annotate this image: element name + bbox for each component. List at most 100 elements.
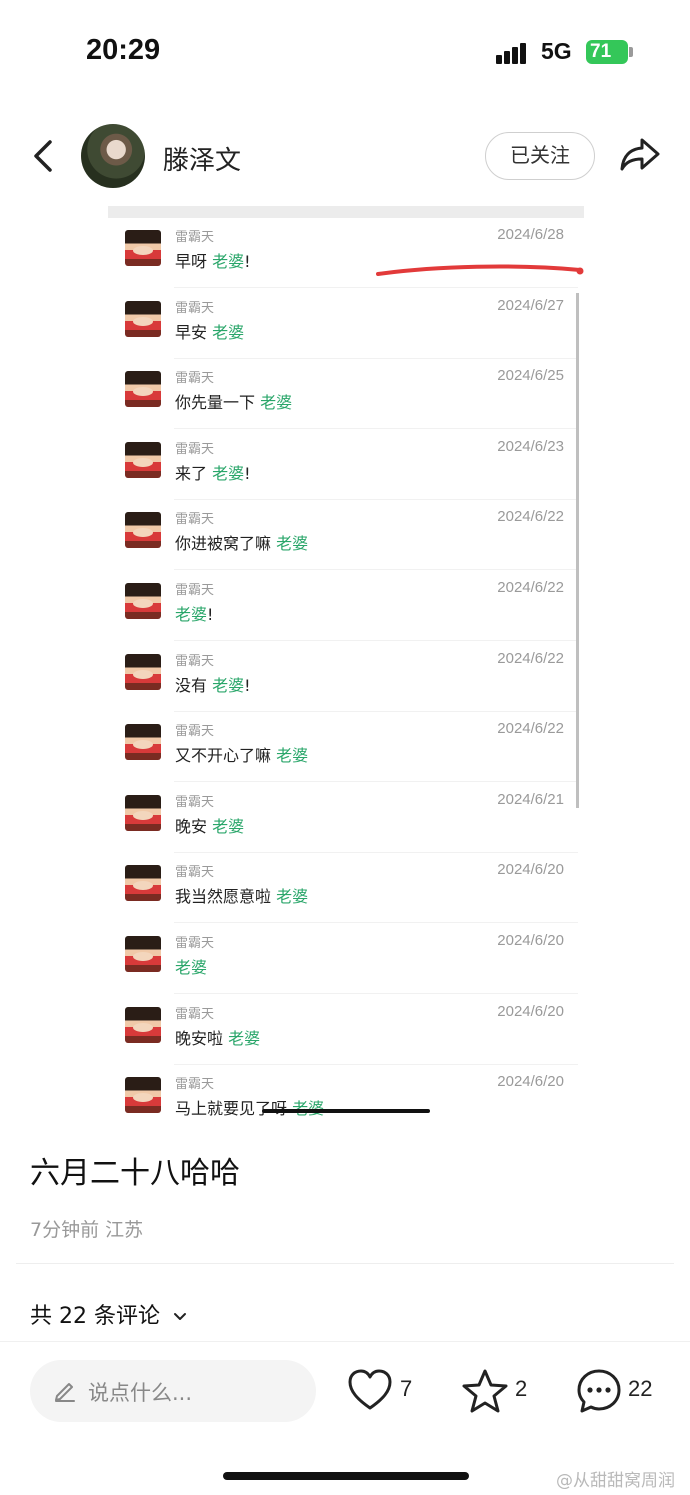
comment-text: 马上就要见了呀 老婆 [175, 1095, 324, 1118]
author-avatar[interactable] [81, 124, 145, 188]
comment-input[interactable]: 说点什么... [30, 1360, 316, 1422]
cellular-signal-icon [496, 42, 532, 64]
comment-date: 2024/6/20 [497, 1073, 564, 1091]
comment-date: 2024/6/20 [497, 932, 564, 949]
comment-text: 又不开心了嘛 老婆 [175, 742, 308, 766]
commenter-name: 雷霸天 [175, 441, 215, 457]
comment-keyword: 老婆 [212, 252, 245, 271]
comment-text: 晚安 老婆 [175, 813, 244, 837]
commenter-avatar [125, 441, 161, 478]
comment-date: 2024/6/25 [497, 367, 564, 385]
comment-text: 老婆 [175, 954, 207, 978]
like-button[interactable]: 7 [347, 1366, 427, 1416]
post-meta: 7分钟前 江苏 [30, 1219, 144, 1241]
commenter-name: 雷霸天 [175, 936, 215, 951]
commenter-avatar [125, 794, 161, 831]
battery-cap [629, 47, 633, 57]
post-caption: 六月二十八哈哈 [30, 1156, 240, 1191]
comment-date: 2024/6/20 [497, 1002, 564, 1020]
follow-button[interactable]: 已关注 [485, 132, 595, 180]
commenter-avatar [125, 230, 161, 266]
post-header: 滕泽文 已关注 [0, 120, 690, 196]
divider [0, 1341, 690, 1342]
chevron-down-icon [173, 1313, 186, 1320]
red-annotation-underline [376, 264, 584, 276]
comment-keyword: 老婆 [212, 816, 245, 836]
comment-button[interactable]: 22 [576, 1366, 666, 1416]
commenter-name: 雷霸天 [175, 1077, 215, 1093]
comment-row: 雷霸天 2024/6/20 我当然愿意啦 老婆 [108, 853, 578, 924]
comment-text: 来了 老婆! [175, 460, 251, 484]
comment-bubble-icon [577, 1369, 621, 1413]
comment-keyword: 老婆 [175, 605, 208, 624]
battery-level: 71 [590, 41, 612, 62]
home-indicator[interactable] [223, 1472, 469, 1480]
commenter-name: 雷霸天 [175, 300, 215, 316]
author-name[interactable]: 滕泽文 [163, 140, 241, 177]
comment-text: 我当然愿意啦 老婆 [175, 883, 308, 907]
comments-count-label: 共 22 条评论 [30, 1304, 160, 1329]
comment-keyword: 老婆 [212, 463, 245, 483]
comment-text: 晚安啦 老婆 [175, 1025, 260, 1049]
comment-row: 雷霸天 2024/6/20 老婆 [108, 924, 578, 994]
battery-icon: 71 [586, 40, 628, 64]
comment-row: 雷霸天 2024/6/27 早安 老婆 [108, 289, 578, 359]
comment-row: 雷霸天 2024/6/23 来了 老婆! [108, 430, 578, 500]
commenter-name: 雷霸天 [175, 583, 215, 598]
back-arrow-icon[interactable] [28, 136, 58, 176]
comment-text-suffix: ! [244, 463, 251, 483]
comment-date: 2024/6/21 [497, 790, 564, 808]
network-type: 5G [541, 38, 572, 64]
commenter-avatar [125, 1006, 161, 1043]
image-scrollbar [576, 293, 579, 808]
comment-text-body: 晚安啦 [175, 1028, 224, 1048]
comment-date: 2024/6/22 [497, 579, 564, 596]
comment-text-body: 早呀 [175, 252, 208, 271]
commenter-avatar [125, 371, 161, 408]
star-icon [462, 1369, 508, 1413]
comment-date: 2024/6/22 [497, 720, 564, 738]
share-icon[interactable] [618, 134, 662, 174]
comment-text-body: 早安 [175, 322, 208, 342]
black-annotation-underline [262, 1109, 430, 1113]
comment-row: 雷霸天 2024/6/20 晚安啦 老婆 [108, 995, 578, 1065]
commenter-avatar [125, 936, 161, 972]
comment-keyword: 老婆 [260, 393, 293, 413]
comment-keyword: 老婆 [228, 1028, 261, 1048]
comment-text: 早安 老婆 [175, 319, 244, 343]
comment-date: 2024/6/27 [497, 296, 564, 314]
commenter-avatar [125, 724, 161, 761]
commenter-name: 雷霸天 [175, 1006, 215, 1022]
commenter-avatar [125, 653, 161, 690]
comment-date: 2024/6/22 [497, 649, 564, 667]
comment-text: 早呀 老婆! [175, 248, 251, 272]
comment-text-body: 没有 [175, 675, 208, 695]
comment-text-body: 又不开心了嘛 [175, 746, 272, 766]
image-top-bar [108, 206, 584, 218]
commenter-name: 雷霸天 [175, 653, 215, 669]
comments-count-toggle[interactable]: 共 22 条评论 [30, 1298, 187, 1330]
divider [16, 1263, 674, 1264]
heart-icon [348, 1369, 392, 1410]
comment-row: 雷霸天 2024/6/22 你进被窝了嘛 老婆 [108, 500, 578, 571]
comment-text-body: 我当然愿意啦 [175, 887, 272, 907]
comment-keyword: 老婆 [212, 322, 245, 342]
comment-input-placeholder: 说点什么... [88, 1381, 193, 1405]
commenter-name: 雷霸天 [175, 794, 215, 810]
commenter-name: 雷霸天 [175, 724, 215, 740]
comment-text: 你先量一下 老婆 [175, 389, 292, 413]
post-image[interactable]: 雷霸天 2024/6/28 早呀 老婆! 雷霸天 2024/6/27 早安 老婆 雷霸天 20… [0, 198, 690, 1118]
comment-date: 2024/6/20 [497, 861, 564, 879]
comment-date: 2024/6/23 [497, 437, 564, 455]
status-bar: 20:29 5G 71 [0, 0, 690, 100]
comment-keyword: 老婆 [276, 534, 309, 554]
commenter-avatar [125, 1077, 161, 1114]
comment-keyword: 老婆 [276, 746, 309, 766]
comment-date: 2024/6/22 [497, 508, 564, 526]
favorite-button[interactable]: 2 [461, 1366, 541, 1416]
comment-text-body: 你先量一下 [175, 393, 256, 413]
comment-count: 22 [628, 1376, 653, 1401]
comment-keyword: 老婆 [276, 887, 309, 907]
comment-keyword: 老婆 [212, 675, 245, 695]
comment-row: 雷霸天 2024/6/25 你先量一下 老婆 [108, 359, 578, 430]
